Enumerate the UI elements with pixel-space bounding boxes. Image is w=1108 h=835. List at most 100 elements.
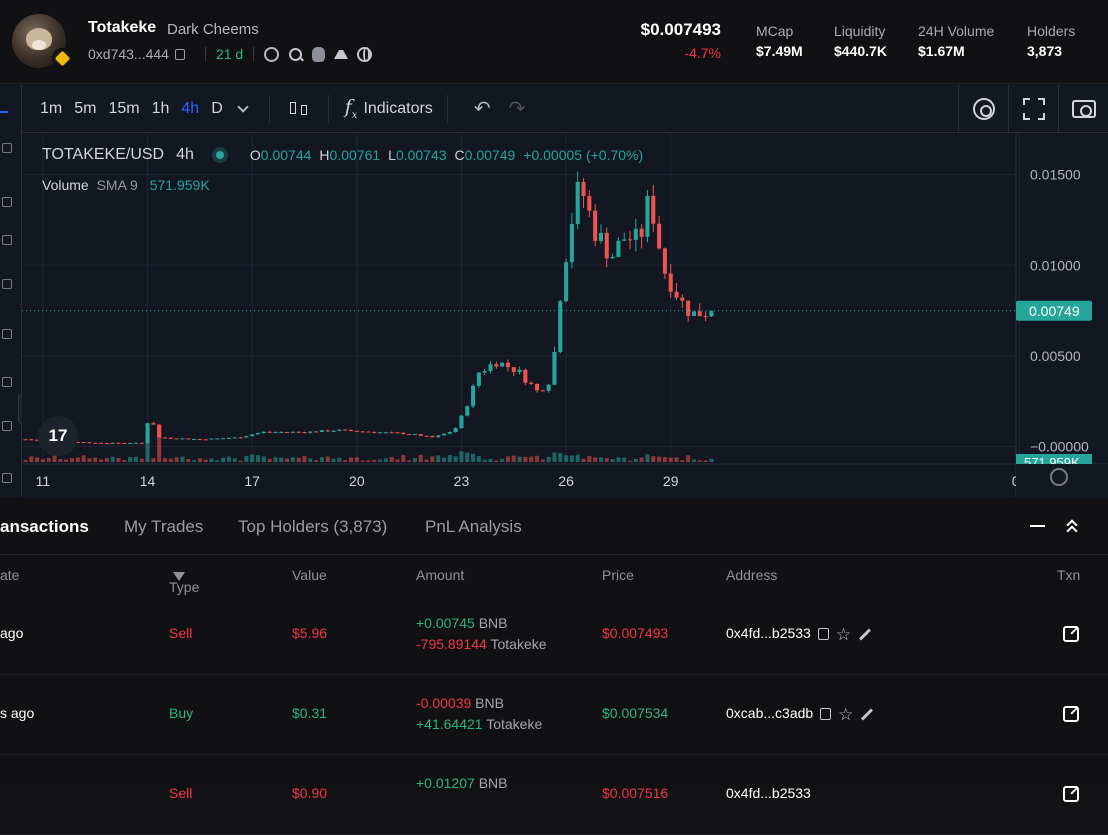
brush-tool-icon[interactable] <box>2 279 12 289</box>
redo-icon[interactable]: ↷ <box>509 96 526 121</box>
table-row[interactable]: Sell $0.90 +0.01207 BNB $0.007516 0x4fd.… <box>0 755 1108 835</box>
volume-bar <box>319 457 324 462</box>
chevron-down-icon[interactable] <box>237 100 249 113</box>
minimize-icon[interactable] <box>1030 525 1045 527</box>
globe-icon[interactable] <box>357 46 373 62</box>
stat-holders: Holders 3,873 <box>1027 23 1075 59</box>
volume-bar <box>197 458 202 462</box>
crosshair-tool-icon[interactable] <box>2 143 12 153</box>
volume-bar <box>81 455 86 462</box>
table-row[interactable]: s ago Buy $0.31 -0.00039 BNB +41.64421 T… <box>0 675 1108 755</box>
timeframe-1m[interactable]: 1m <box>34 85 68 133</box>
chart-settings-button[interactable] <box>958 85 1008 133</box>
col-date[interactable]: ate <box>0 567 19 583</box>
tab-my-trades[interactable]: My Trades <box>124 517 203 537</box>
candle-body <box>575 181 580 225</box>
indicators-icon[interactable]: fx <box>345 96 358 121</box>
timeframe-15m[interactable]: 15m <box>102 85 145 133</box>
timeframe-4h[interactable]: 4h <box>175 85 205 133</box>
undo-icon[interactable]: ↶ <box>474 96 491 121</box>
candle-body <box>180 438 185 440</box>
tradingview-logo[interactable]: 17 <box>38 416 78 456</box>
price-chart[interactable]: 0.01500 0.01000 0.00500 −0.00000 11 14 17 20 23 2… <box>22 134 1108 498</box>
copy-icon[interactable] <box>174 48 185 60</box>
candle-body <box>151 423 156 425</box>
time-tick-label: 20 <box>349 473 365 489</box>
axis-settings-icon[interactable] <box>1050 468 1068 486</box>
volume-bar <box>93 457 98 462</box>
volume-bar <box>348 457 354 462</box>
volume-bar <box>680 460 685 462</box>
candle-body <box>627 239 633 241</box>
candle-body <box>250 434 255 437</box>
row-address: 0x4fd...b2533 ☆ <box>726 625 872 643</box>
token-full-name: Dark Cheems <box>167 21 259 38</box>
time-tick-label: 11 <box>36 473 51 489</box>
dex-link-icon[interactable] <box>334 49 349 59</box>
col-value[interactable]: Value <box>292 567 327 583</box>
row-amount-bnb: -0.00039 BNB <box>416 695 504 711</box>
volume-bar <box>505 456 510 462</box>
last-price-tag: 0.00749 <box>1029 303 1080 319</box>
timeframe-1h[interactable]: 1h <box>146 85 176 133</box>
volume-bar <box>447 454 452 462</box>
contract-address[interactable]: 0xd743...444 <box>88 46 169 62</box>
pattern-tool-icon[interactable] <box>2 329 12 339</box>
stat-label: MCap <box>756 23 794 39</box>
col-amount[interactable]: Amount <box>416 567 464 583</box>
candle-body <box>226 437 231 439</box>
tab-transactions[interactable]: ansactions <box>0 517 89 537</box>
trades-panel: ansactions My Trades Top Holders (3,873)… <box>0 498 1108 835</box>
col-price[interactable]: Price <box>602 567 634 583</box>
candle-body <box>81 442 86 444</box>
wallet-address[interactable]: 0x4fd...b2533 <box>726 785 811 801</box>
candle-body <box>418 434 423 436</box>
hand-icon[interactable] <box>312 46 326 62</box>
external-link-icon[interactable] <box>1063 786 1079 802</box>
fullscreen-button[interactable] <box>1008 85 1058 133</box>
volume-bar <box>476 456 481 462</box>
timeframe-5m[interactable]: 5m <box>68 85 102 133</box>
trendline-tool-icon[interactable] <box>2 197 12 207</box>
tab-pnl-analysis[interactable]: PnL Analysis <box>425 517 522 537</box>
search-icon[interactable] <box>288 47 303 62</box>
chart-link-icon[interactable] <box>264 46 280 62</box>
wallet-address[interactable]: 0x4fd...b2533 <box>726 625 811 641</box>
indicators-button[interactable]: Indicators <box>363 100 432 118</box>
tab-top-holders[interactable]: Top Holders (3,873) <box>238 517 387 537</box>
candle-type-icon[interactable] <box>288 98 310 120</box>
magnet-tool-icon[interactable] <box>2 473 12 483</box>
measure-tool-icon[interactable] <box>2 377 12 387</box>
expand-icon[interactable] <box>1066 519 1078 537</box>
star-icon[interactable]: ☆ <box>838 706 853 723</box>
price-tick-label: 0.00500 <box>1030 348 1081 364</box>
external-link-icon[interactable] <box>1063 626 1079 642</box>
col-address[interactable]: Address <box>726 567 777 583</box>
wallet-address[interactable]: 0xcab...c3adb <box>726 705 813 721</box>
chart-interval[interactable]: 4h <box>176 146 194 164</box>
table-row[interactable]: ago Sell $5.96 +0.00745 BNB -795.89144 T… <box>0 595 1108 675</box>
chart-symbol[interactable]: TOTAKEKE/USD <box>42 146 164 164</box>
edit-icon[interactable] <box>861 708 874 721</box>
candle-body <box>378 432 383 434</box>
candle-body <box>482 371 487 373</box>
ohlc-open-label: O <box>249 147 261 163</box>
candle-body <box>587 196 592 211</box>
candle-body <box>412 434 417 436</box>
zoom-tool-icon[interactable] <box>2 421 12 431</box>
price-change: -4.7% <box>684 45 721 61</box>
avatar-snout <box>32 40 46 50</box>
candle-body <box>99 442 104 444</box>
external-link-icon[interactable] <box>1063 706 1079 722</box>
volume-bar <box>691 459 697 462</box>
volume-bar <box>285 458 290 462</box>
copy-icon[interactable] <box>817 628 829 641</box>
timeframe-d[interactable]: D <box>205 85 229 133</box>
candle-body <box>430 435 435 438</box>
edit-icon[interactable] <box>859 628 872 641</box>
fib-tool-icon[interactable] <box>2 235 12 245</box>
col-type[interactable]: Type <box>169 567 199 595</box>
screenshot-button[interactable] <box>1058 85 1108 133</box>
copy-icon[interactable] <box>820 708 832 721</box>
star-icon[interactable]: ☆ <box>836 626 851 643</box>
